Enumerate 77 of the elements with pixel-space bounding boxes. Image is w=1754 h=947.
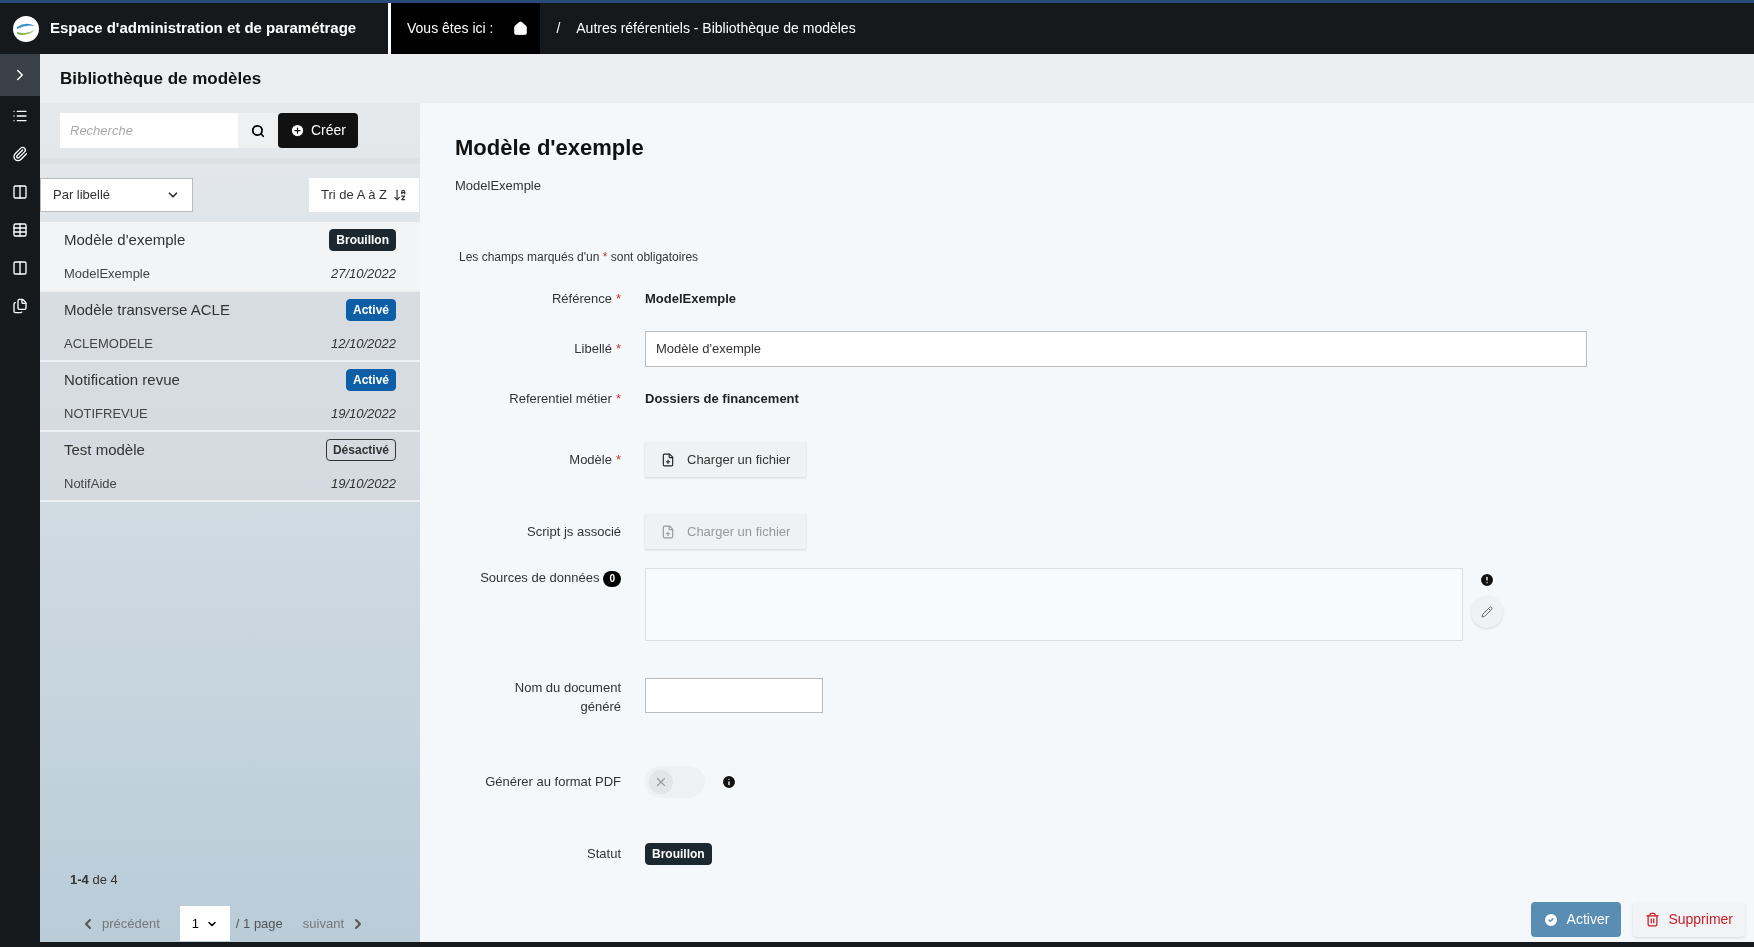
list-item[interactable]: Modèle d'exemple Brouillon ModelExemple 27/10/2022 xyxy=(40,222,420,292)
check-circle-icon xyxy=(1542,911,1559,928)
item-title: Modèle d'exemple xyxy=(64,230,186,250)
status-badge: Activé xyxy=(345,369,396,392)
status-badge: Brouillon xyxy=(645,842,712,865)
count-badge: 0 xyxy=(603,571,621,587)
status-badge: Brouillon xyxy=(329,229,396,252)
pencil-icon xyxy=(1481,605,1493,618)
item-date: 12/10/2022 xyxy=(330,334,396,353)
item-code: NOTIFREVUE xyxy=(64,404,148,423)
field-value: Dossiers de financement xyxy=(645,389,799,408)
status-badge: Désactivé xyxy=(325,439,396,462)
list-item[interactable]: Modèle transverse ACLE Activé ACLEMODELE 12/10/2022 xyxy=(40,292,420,362)
upload-button[interactable]: Charger un fichier xyxy=(645,442,807,477)
model-title: Modèle d'exemple xyxy=(455,134,645,162)
required-mark: * xyxy=(615,450,621,469)
alert-icon xyxy=(1479,571,1495,588)
required-note: Les champs marqués d'un * sont obligatoires xyxy=(459,248,700,266)
required-mark: * xyxy=(615,289,621,308)
page-total: / 1 page xyxy=(235,914,283,933)
sort-field-select[interactable]: Par libellé xyxy=(40,178,193,212)
app-title: Espace d'administration et de paramétrage xyxy=(50,18,357,39)
field-label: Referentiel métier xyxy=(509,389,612,408)
field-label: Libellé xyxy=(574,339,612,358)
item-title: Notification revue xyxy=(64,370,180,390)
page-title: Bibliothèque de modèles xyxy=(60,67,262,90)
item-date: 27/10/2022 xyxy=(330,264,396,283)
paperclip-icon[interactable] xyxy=(12,146,28,162)
activate-button[interactable]: Activer xyxy=(1530,902,1622,937)
field-label: Générer au format PDF xyxy=(485,772,621,791)
model-code: ModelExemple xyxy=(455,177,542,195)
page-select[interactable]: 1 xyxy=(179,906,230,941)
status-badge: Activé xyxy=(345,299,396,322)
search-icon xyxy=(251,123,265,138)
field-label: Statut xyxy=(587,844,621,863)
document-name-input[interactable] xyxy=(645,677,823,713)
field-label: Sources de données xyxy=(480,568,600,587)
required-mark: * xyxy=(615,339,621,358)
list-item[interactable]: Test modèle Désactivé NotifAide 19/10/2022 xyxy=(40,432,420,502)
list-item[interactable]: Notification revue Activé NOTIFREVUE 19/10/2022 xyxy=(40,362,420,432)
item-code: ACLEMODELE xyxy=(64,334,153,353)
item-title: Test modèle xyxy=(64,440,145,460)
breadcrumb-link[interactable]: Autres référentiels - Bibliothèque de modèles xyxy=(576,18,856,39)
item-code: NotifAide xyxy=(64,474,117,493)
field-label: Script js associé xyxy=(527,522,621,541)
search-field[interactable]: Recherche xyxy=(60,113,238,148)
breadcrumb-separator: / xyxy=(556,19,561,38)
info-icon xyxy=(721,773,737,790)
field-label: Modèle xyxy=(569,450,612,469)
item-title: Modèle transverse ACLE xyxy=(64,300,230,320)
delete-button[interactable]: Supprimer xyxy=(1633,902,1745,937)
table-icon[interactable] xyxy=(12,222,28,238)
item-code: ModelExemple xyxy=(64,264,150,283)
sort-az-icon xyxy=(393,188,407,202)
libelle-input[interactable]: Modèle d'exemple xyxy=(645,330,1587,367)
columns-icon[interactable] xyxy=(12,260,28,276)
files-icon[interactable] xyxy=(12,298,28,314)
field-value: ModelExemple xyxy=(645,289,737,308)
trash-icon xyxy=(1645,912,1661,927)
home-icon[interactable] xyxy=(513,21,529,36)
result-count: 1-4 de 4 xyxy=(69,870,119,889)
columns-icon[interactable] xyxy=(12,184,28,200)
field-label: Nom du document généré xyxy=(513,678,621,716)
sort-order-button[interactable]: Tri de A à Z xyxy=(309,178,419,212)
breadcrumb-label: Vous êtes ici : xyxy=(407,19,494,38)
pdf-toggle[interactable] xyxy=(645,765,705,798)
file-plus-icon xyxy=(661,452,675,467)
logo-icon xyxy=(12,14,40,43)
search-button[interactable] xyxy=(238,113,278,148)
list-icon[interactable] xyxy=(12,108,28,124)
file-plus-icon xyxy=(661,524,675,539)
plus-circle-icon xyxy=(290,123,305,138)
required-mark: * xyxy=(615,389,621,408)
create-button[interactable]: Créer xyxy=(278,113,358,148)
field-label: Référence xyxy=(551,289,612,308)
item-date: 19/10/2022 xyxy=(330,404,396,423)
item-date: 19/10/2022 xyxy=(330,474,396,493)
